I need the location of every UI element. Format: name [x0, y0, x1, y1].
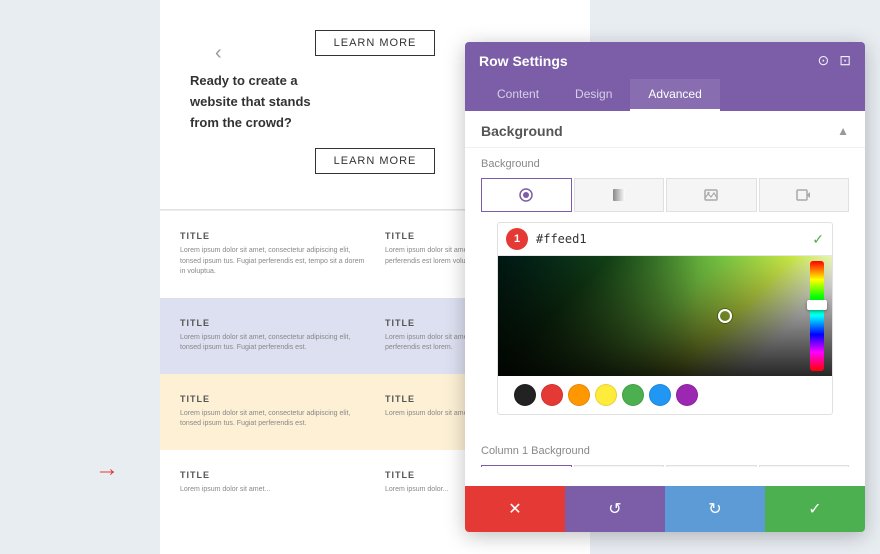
- panel-title: Row Settings: [479, 53, 568, 69]
- tab-advanced[interactable]: Advanced: [630, 79, 719, 111]
- swatch-purple[interactable]: [676, 384, 698, 406]
- color-cursor[interactable]: [718, 309, 732, 323]
- hex-confirm-icon[interactable]: ✓: [812, 231, 824, 248]
- expand-icon[interactable]: ⊡: [839, 52, 851, 69]
- bg-type-video[interactable]: [759, 178, 850, 212]
- left-margin: [0, 0, 160, 554]
- column1-bg-label: Column 1 Background: [481, 445, 849, 457]
- col1-bg-type-color[interactable]: [481, 465, 572, 467]
- s4-col1-title: TITLE: [180, 394, 365, 404]
- col1-bg-type-gradient[interactable]: [574, 465, 665, 467]
- background-field-group: Background 1: [465, 148, 865, 435]
- reset-button[interactable]: ↺: [565, 486, 665, 532]
- swatch-yellow[interactable]: [595, 384, 617, 406]
- swatches-row: [498, 376, 832, 414]
- reset-icon: ↺: [608, 499, 621, 519]
- background-section-title: Background: [481, 123, 563, 139]
- redo-icon: ↻: [708, 499, 721, 519]
- learn-more-btn-2[interactable]: LEARN MORE: [315, 148, 436, 174]
- redo-button[interactable]: ↻: [665, 486, 765, 532]
- swatch-green[interactable]: [622, 384, 644, 406]
- background-section-header: Background ▲: [465, 111, 865, 148]
- color-picker: 1 #ffeed1 ✓: [497, 222, 833, 415]
- tab-design[interactable]: Design: [557, 79, 630, 111]
- bg-type-gradient[interactable]: [574, 178, 665, 212]
- hue-handle[interactable]: [807, 300, 827, 310]
- s4-col1-body: Lorem ipsum dolor sit amet, consectetur …: [180, 409, 365, 430]
- bg-type-row: [481, 178, 849, 212]
- color-gradient-area[interactable]: [498, 256, 832, 376]
- hue-slider[interactable]: [810, 261, 824, 371]
- settings-icon[interactable]: ⊙: [818, 52, 830, 69]
- background-toggle[interactable]: ▲: [837, 124, 849, 138]
- swatch-red[interactable]: [541, 384, 563, 406]
- col1-bg-type-video[interactable]: [759, 465, 850, 467]
- panel-footer: ✕ ↺ ↻ ✓: [465, 486, 865, 532]
- swatch-black[interactable]: [514, 384, 536, 406]
- row-settings-panel: Row Settings ⊙ ⊡ Content Design Advanced…: [465, 42, 865, 532]
- red-arrow-indicator: →: [95, 455, 119, 483]
- s3-col1-title: TITLE: [180, 318, 365, 328]
- swatch-blue[interactable]: [649, 384, 671, 406]
- col1-body: Lorem ipsum dolor sit amet, consectetur …: [180, 246, 365, 278]
- save-icon: ✓: [808, 499, 821, 519]
- bg-type-color[interactable]: [481, 178, 572, 212]
- gradient-bg: [498, 256, 832, 376]
- swatch-orange[interactable]: [568, 384, 590, 406]
- cancel-icon: ✕: [508, 499, 521, 519]
- learn-more-btn-1[interactable]: LEARN MORE: [315, 30, 436, 56]
- nav-arrow-left[interactable]: ‹: [215, 42, 222, 65]
- tab-content[interactable]: Content: [479, 79, 557, 111]
- panel-header-icons: ⊙ ⊡: [818, 52, 851, 69]
- panel-tabs: Content Design Advanced: [465, 79, 865, 111]
- save-button[interactable]: ✓: [765, 486, 865, 532]
- col1-title: TITLE: [180, 231, 365, 241]
- color-swatch-number: 1: [506, 228, 528, 250]
- panel-body: Background ▲ Background: [465, 111, 865, 467]
- hex-input[interactable]: #ffeed1: [536, 232, 804, 246]
- col1-bg-type-image[interactable]: [666, 465, 757, 467]
- s3-col1-body: Lorem ipsum dolor sit amet, consectetur …: [180, 333, 365, 354]
- col1-bg-type-row: [481, 465, 849, 467]
- bg-type-image[interactable]: [666, 178, 757, 212]
- column1-bg-section: Column 1 Background: [465, 435, 865, 467]
- hex-bar: 1 #ffeed1 ✓: [498, 223, 832, 256]
- cancel-button[interactable]: ✕: [465, 486, 565, 532]
- background-field-label: Background: [481, 158, 849, 170]
- panel-header: Row Settings ⊙ ⊡: [465, 42, 865, 79]
